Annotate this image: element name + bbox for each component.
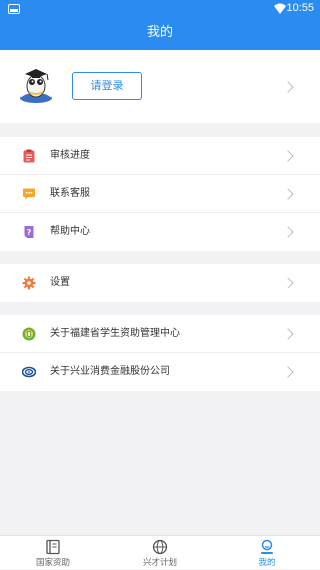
menu-item-label: 帮助中心: [50, 226, 90, 237]
status-bar: 10:55: [0, 0, 320, 18]
question-icon: ?: [24, 226, 34, 238]
menu-item-customer-service[interactable]: 联系客服: [0, 175, 320, 213]
menu-item-label: 关于福建省学生资助管理中心: [50, 328, 180, 339]
profile-card[interactable]: 请登录: [0, 50, 320, 123]
chevron-right-icon: [282, 366, 294, 378]
avatar: [20, 69, 52, 103]
chevron-right-icon: [282, 277, 294, 289]
person-icon: [261, 539, 273, 554]
gear-icon: [22, 276, 36, 290]
page-title: 我的: [146, 25, 173, 40]
menu-item-settings[interactable]: 设置: [0, 264, 320, 302]
menu-item-label: 联系客服: [50, 188, 90, 199]
page-header: 我的: [0, 18, 320, 50]
chevron-right-icon: [282, 150, 294, 162]
menu-item-label: 审核进度: [50, 150, 90, 161]
menu-item-help-center[interactable]: ? 帮助中心: [0, 213, 320, 251]
menu-item-label: 关于兴业消费金融股份公司: [50, 366, 170, 377]
login-button[interactable]: 请登录: [72, 72, 142, 100]
tab-label: 兴才计划: [142, 558, 177, 568]
chevron-right-icon: [282, 81, 294, 93]
svg-text:?: ?: [27, 228, 32, 237]
fj-logo-icon: [22, 327, 36, 341]
wifi-icon: [274, 3, 286, 14]
menu-item-about-cib-consumer-finance[interactable]: 关于兴业消费金融股份公司: [0, 353, 320, 391]
tab-talent-plan[interactable]: 兴才计划: [107, 536, 213, 570]
notification-icon: [8, 4, 20, 14]
menu-item-label: 设置: [50, 277, 70, 288]
bottom-tab-bar: 国家资助 兴才计划 我的: [0, 535, 320, 569]
chevron-right-icon: [282, 328, 294, 340]
globe-icon: [152, 539, 168, 555]
tab-label: 我的: [258, 558, 276, 568]
menu-item-review-progress[interactable]: 审核进度: [0, 137, 320, 175]
chevron-right-icon: [282, 226, 294, 238]
chevron-right-icon: [282, 188, 294, 200]
tab-label: 国家资助: [35, 558, 70, 568]
chat-icon: [23, 188, 35, 200]
tab-national-aid[interactable]: 国家资助: [0, 536, 106, 570]
menu-group-account: 审核进度 联系客服 ? 帮助中心: [0, 137, 320, 251]
book-icon: [46, 539, 60, 555]
menu-group-settings: 设置: [0, 264, 320, 302]
tab-mine[interactable]: 我的: [214, 536, 320, 570]
clipboard-icon: [23, 149, 35, 163]
cib-logo-icon: [22, 366, 36, 378]
menu-item-about-fujian-center[interactable]: 关于福建省学生资助管理中心: [0, 315, 320, 353]
menu-group-about: 关于福建省学生资助管理中心 关于兴业消费金融股份公司: [0, 315, 320, 391]
status-time: 10:55: [286, 2, 314, 14]
